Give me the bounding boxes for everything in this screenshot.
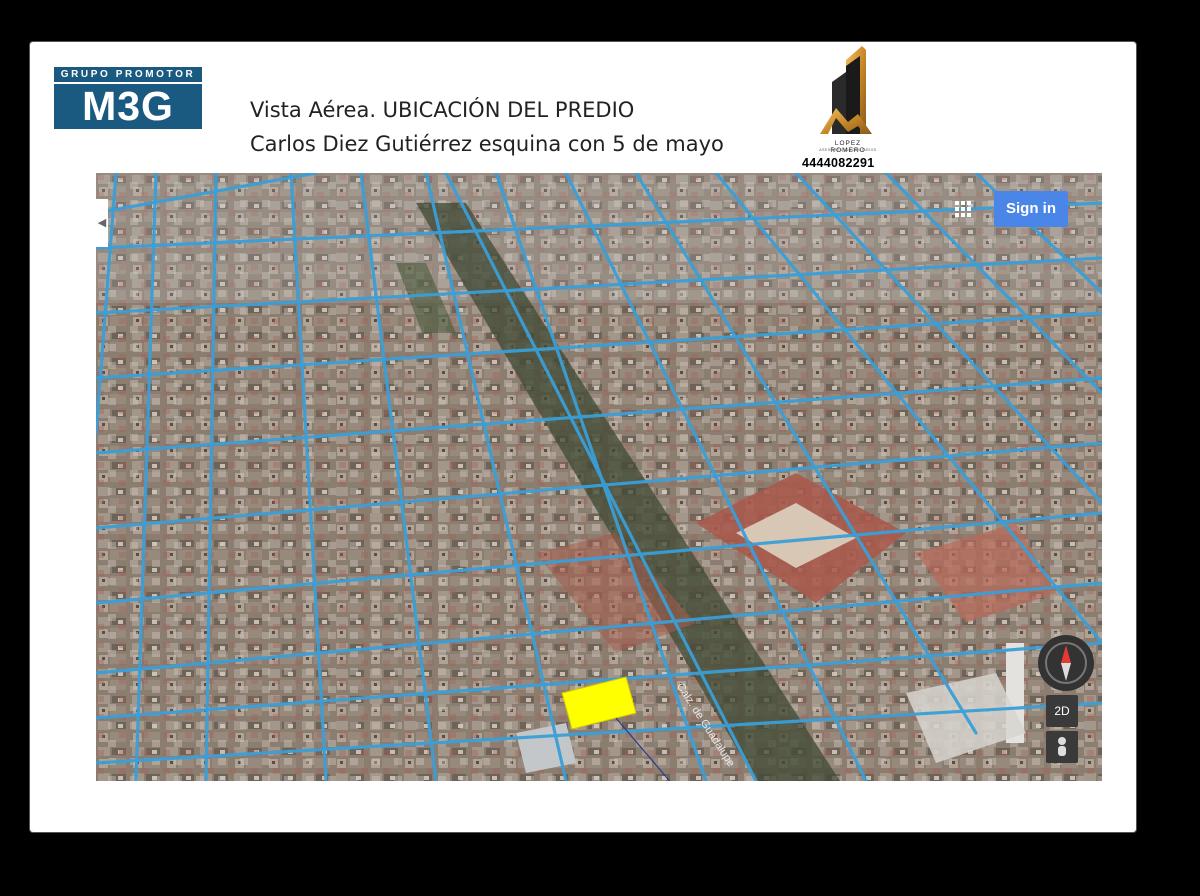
slide: GRUPO PROMOTOR M3G Vista Aérea. UBICACIÓ… <box>30 42 1136 832</box>
sign-in-button[interactable]: Sign in <box>994 191 1068 227</box>
view-2d-button[interactable]: 2D <box>1046 695 1078 727</box>
logo-tagline: GRUPO PROMOTOR <box>60 69 196 80</box>
title-line-1: Vista Aérea. UBICACIÓN DEL PREDIO <box>250 98 635 122</box>
logo-name: M3G <box>82 83 174 129</box>
collapse-arrow-icon[interactable]: ◀ <box>96 199 108 247</box>
compass-icon[interactable] <box>1038 635 1094 691</box>
lopez-romero-phone: 4444082291 <box>802 156 875 170</box>
title-line-2: Carlos Diez Gutiérrez esquina con 5 de m… <box>250 132 724 156</box>
aerial-map-view[interactable]: ◀ Sign in Calz. de Guadalupe 2D <box>96 173 1102 781</box>
aerial-imagery <box>96 173 1102 781</box>
grupo-promotor-m3g-logo: GRUPO PROMOTOR M3G <box>54 67 202 129</box>
pegman-icon[interactable] <box>1046 731 1078 763</box>
apps-grid-icon[interactable] <box>954 200 972 218</box>
lopez-romero-subtitle: ASESORES INMOBILIARIOS <box>819 148 877 152</box>
